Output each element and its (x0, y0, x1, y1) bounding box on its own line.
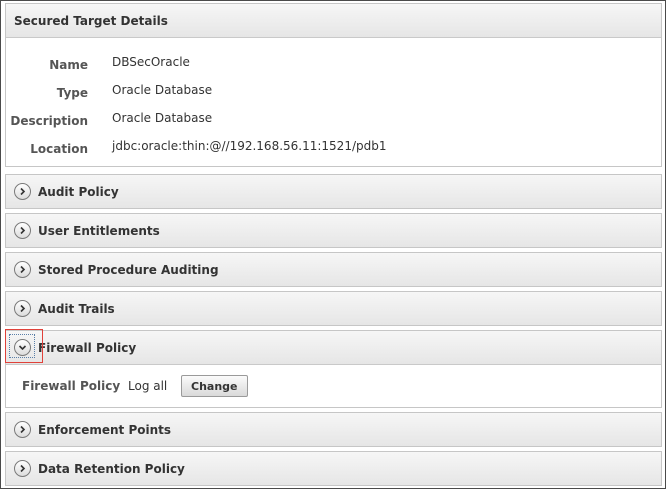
secured-target-details-panel: Secured Target Details Name DBSecOracle … (5, 3, 662, 167)
chevron-right-icon[interactable] (14, 222, 31, 239)
data-retention-policy-label: Data Retention Policy (38, 461, 185, 476)
chevron-right-icon[interactable] (14, 460, 31, 477)
type-value: Oracle Database (112, 83, 213, 97)
chevron-right-icon[interactable] (14, 183, 31, 200)
stored-procedure-auditing-label: Stored Procedure Auditing (38, 262, 219, 277)
page-frame: Secured Target Details Name DBSecOracle … (0, 0, 666, 489)
chevron-right-icon[interactable] (14, 261, 31, 278)
data-retention-policy-header[interactable]: Data Retention Policy (6, 452, 661, 485)
detail-row-location: Location jdbc:oracle:thin:@//192.168.56.… (6, 139, 661, 162)
audit-policy-section: Audit Policy (5, 174, 662, 209)
details-title: Secured Target Details (14, 13, 168, 28)
stored-procedure-auditing-section: Stored Procedure Auditing (5, 252, 662, 287)
detail-row-description: Description Oracle Database (6, 111, 661, 134)
audit-trails-label: Audit Trails (38, 301, 115, 316)
firewall-policy-body: Firewall Policy Log all Change (6, 365, 661, 409)
firewall-policy-field-value: Log all (128, 379, 168, 393)
firewall-policy-section: Firewall Policy Firewall Policy Log all … (5, 330, 662, 408)
details-header: Secured Target Details (6, 4, 661, 38)
details-body: Name DBSecOracle Type Oracle Database De… (6, 38, 661, 164)
name-label: Name (49, 58, 88, 72)
audit-trails-header[interactable]: Audit Trails (6, 292, 661, 325)
audit-policy-header[interactable]: Audit Policy (6, 175, 661, 208)
enforcement-points-label: Enforcement Points (38, 422, 172, 437)
data-retention-policy-section: Data Retention Policy (5, 451, 662, 486)
detail-row-name: Name DBSecOracle (6, 55, 661, 78)
user-entitlements-section: User Entitlements (5, 213, 662, 248)
location-value: jdbc:oracle:thin:@//192.168.56.11:1521/p… (112, 139, 387, 153)
detail-row-type: Type Oracle Database (6, 83, 661, 106)
firewall-policy-field-label: Firewall Policy (22, 379, 121, 393)
audit-policy-label: Audit Policy (38, 184, 119, 199)
user-entitlements-header[interactable]: User Entitlements (6, 214, 661, 247)
change-button[interactable]: Change (181, 375, 248, 397)
firewall-policy-header[interactable]: Firewall Policy (6, 331, 661, 365)
description-label: Description (10, 114, 88, 128)
enforcement-points-header[interactable]: Enforcement Points (6, 413, 661, 446)
audit-trails-section: Audit Trails (5, 291, 662, 326)
description-value: Oracle Database (112, 111, 213, 125)
chevron-right-icon[interactable] (14, 300, 31, 317)
firewall-policy-label: Firewall Policy (38, 340, 137, 355)
chevron-right-icon[interactable] (14, 421, 31, 438)
user-entitlements-label: User Entitlements (38, 223, 160, 238)
type-label: Type (56, 86, 88, 100)
chevron-down-icon[interactable] (14, 339, 31, 356)
location-label: Location (30, 142, 88, 156)
name-value: DBSecOracle (112, 55, 190, 69)
enforcement-points-section: Enforcement Points (5, 412, 662, 447)
stored-procedure-auditing-header[interactable]: Stored Procedure Auditing (6, 253, 661, 286)
